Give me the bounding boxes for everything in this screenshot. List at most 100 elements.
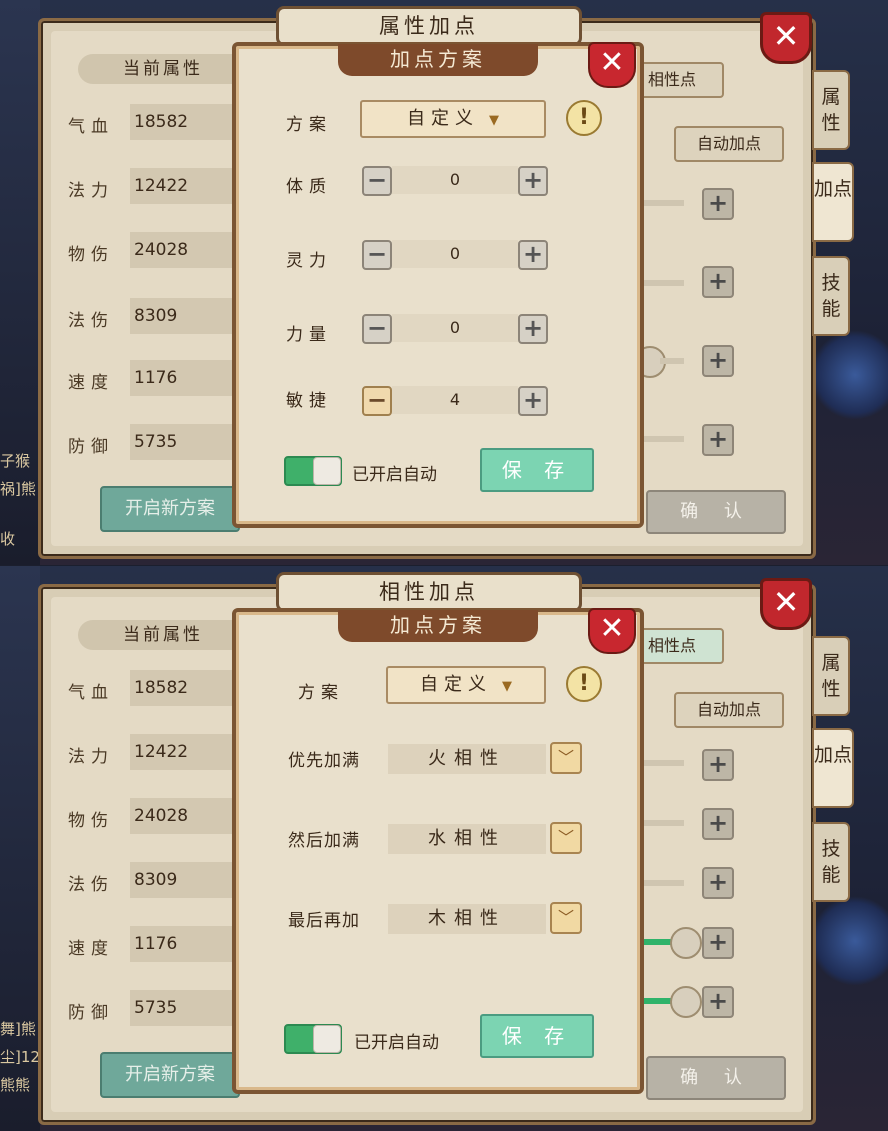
auto-assign-button[interactable]: 自动加点	[674, 126, 784, 162]
stat-value: 5735	[130, 424, 240, 460]
plan-label: 方案	[298, 683, 344, 703]
plus-icon[interactable]: +	[702, 867, 734, 899]
attr-label: 灵力	[286, 251, 332, 271]
plus-icon[interactable]: +	[702, 808, 734, 840]
chevron-down-icon[interactable]: ﹀	[550, 822, 582, 854]
stat-value: 12422	[130, 734, 240, 770]
stat-row: 物伤 24028	[48, 796, 248, 836]
confirm-button[interactable]: 确 认	[646, 1056, 786, 1100]
plus-icon[interactable]: +	[518, 166, 548, 196]
save-button[interactable]: 保 存	[480, 1014, 594, 1058]
auto-label: 已开启自动	[354, 1033, 439, 1053]
plan-dropdown-value: 自定义	[407, 108, 479, 129]
stat-value: 1176	[130, 360, 240, 396]
stat-row: 法力 12422	[48, 166, 248, 206]
plan-label: 方案	[286, 115, 332, 135]
tab-attributes[interactable]: 属性	[812, 70, 850, 150]
chat-snippet: 收	[0, 530, 16, 548]
plus-icon[interactable]: +	[518, 386, 548, 416]
new-plan-button[interactable]: 开启新方案	[100, 1052, 240, 1098]
plan-dropdown[interactable]: 自定义 ▼	[386, 666, 546, 704]
slider-handle[interactable]	[670, 927, 702, 959]
chat-snippet: 子猴	[0, 452, 31, 470]
plus-icon[interactable]: +	[518, 314, 548, 344]
auto-assign-button[interactable]: 自动加点	[674, 692, 784, 728]
new-plan-button[interactable]: 开启新方案	[100, 486, 240, 532]
minus-icon[interactable]: −	[362, 240, 392, 270]
stat-row: 防御 5735	[48, 988, 248, 1028]
priority-label: 优先加满	[288, 751, 360, 771]
stat-label: 速度	[68, 373, 114, 393]
stat-label: 气血	[68, 683, 114, 703]
stat-slider-track[interactable]	[660, 358, 684, 364]
plan-dropdown[interactable]: 自定义 ▼	[360, 100, 546, 138]
affinity-select[interactable]: 木相性	[388, 904, 546, 934]
minus-icon[interactable]: −	[362, 166, 392, 196]
background-orb	[810, 896, 888, 986]
close-icon[interactable]: ✕	[588, 42, 636, 88]
minus-icon[interactable]: −	[362, 314, 392, 344]
attr-label: 力量	[286, 325, 332, 345]
slider-handle[interactable]	[670, 986, 702, 1018]
save-button[interactable]: 保 存	[480, 448, 594, 492]
auto-toggle[interactable]	[284, 456, 342, 486]
priority-label: 然后加满	[288, 831, 360, 851]
minus-icon[interactable]: −	[362, 386, 392, 416]
current-attributes-header: 当前属性	[78, 620, 248, 650]
tab-add-points[interactable]: 加点	[812, 728, 854, 808]
attr-label: 敏捷	[286, 391, 332, 411]
stat-value: 24028	[130, 232, 240, 268]
stats-column: 当前属性 气血 18582 法力 12422 物伤 24028 法伤 8309 …	[48, 46, 248, 526]
chat-snippet: 尘]12	[0, 1048, 40, 1066]
stat-label: 法力	[68, 747, 114, 767]
points-field[interactable]: 0	[392, 240, 518, 268]
stat-row: 防御 5735	[48, 422, 248, 462]
page-title: 相性加点	[276, 572, 582, 612]
plus-icon[interactable]: +	[702, 266, 734, 298]
stat-value: 8309	[130, 862, 240, 898]
tab-skills[interactable]: 技能	[812, 822, 850, 902]
stat-row: 速度 1176	[48, 358, 248, 398]
points-field[interactable]: 0	[392, 314, 518, 342]
point-plan-dialog: 加点方案 ✕ 方案 自定义 ▼ ! 体质 − 0 + 灵力 − 0 + 力量 − …	[232, 42, 644, 528]
plus-icon[interactable]: +	[702, 345, 734, 377]
plus-icon[interactable]: +	[702, 749, 734, 781]
priority-label: 最后再加	[288, 911, 360, 931]
stat-label: 防御	[68, 1003, 114, 1023]
warning-icon[interactable]: !	[566, 666, 602, 702]
attribute-points-screen: 子猴 祸]熊 收 属性加点 ✕ 当前属性 气血 18582 法力 12422 物…	[0, 0, 888, 565]
affinity-select[interactable]: 水相性	[388, 824, 546, 854]
close-icon[interactable]: ✕	[760, 12, 812, 64]
points-field[interactable]: 0	[392, 166, 518, 194]
stat-label: 物伤	[68, 811, 114, 831]
tab-skills[interactable]: 技能	[812, 256, 850, 336]
stat-value: 12422	[130, 168, 240, 204]
stat-value: 18582	[130, 104, 240, 140]
plus-icon[interactable]: +	[518, 240, 548, 270]
close-icon[interactable]: ✕	[588, 608, 636, 654]
auto-label: 已开启自动	[352, 465, 437, 485]
confirm-button[interactable]: 确 认	[646, 490, 786, 534]
plus-icon[interactable]: +	[702, 188, 734, 220]
dialog-title: 加点方案	[338, 610, 538, 642]
chevron-down-icon[interactable]: ﹀	[550, 742, 582, 774]
chevron-down-icon[interactable]: ﹀	[550, 902, 582, 934]
close-icon[interactable]: ✕	[760, 578, 812, 630]
stat-value: 8309	[130, 298, 240, 334]
toggle-knob	[313, 457, 341, 485]
points-field[interactable]: 4	[392, 386, 518, 414]
stat-label: 法力	[68, 181, 114, 201]
stat-row: 法力 12422	[48, 732, 248, 772]
stat-value: 18582	[130, 670, 240, 706]
auto-toggle[interactable]	[284, 1024, 342, 1054]
stat-label: 法伤	[68, 311, 114, 331]
tab-add-points[interactable]: 加点	[812, 162, 854, 242]
plus-icon[interactable]: +	[702, 986, 734, 1018]
warning-icon[interactable]: !	[566, 100, 602, 136]
stat-value: 24028	[130, 798, 240, 834]
stat-row: 法伤 8309	[48, 860, 248, 900]
plus-icon[interactable]: +	[702, 927, 734, 959]
tab-attributes[interactable]: 属性	[812, 636, 850, 716]
affinity-select[interactable]: 火相性	[388, 744, 546, 774]
plus-icon[interactable]: +	[702, 424, 734, 456]
